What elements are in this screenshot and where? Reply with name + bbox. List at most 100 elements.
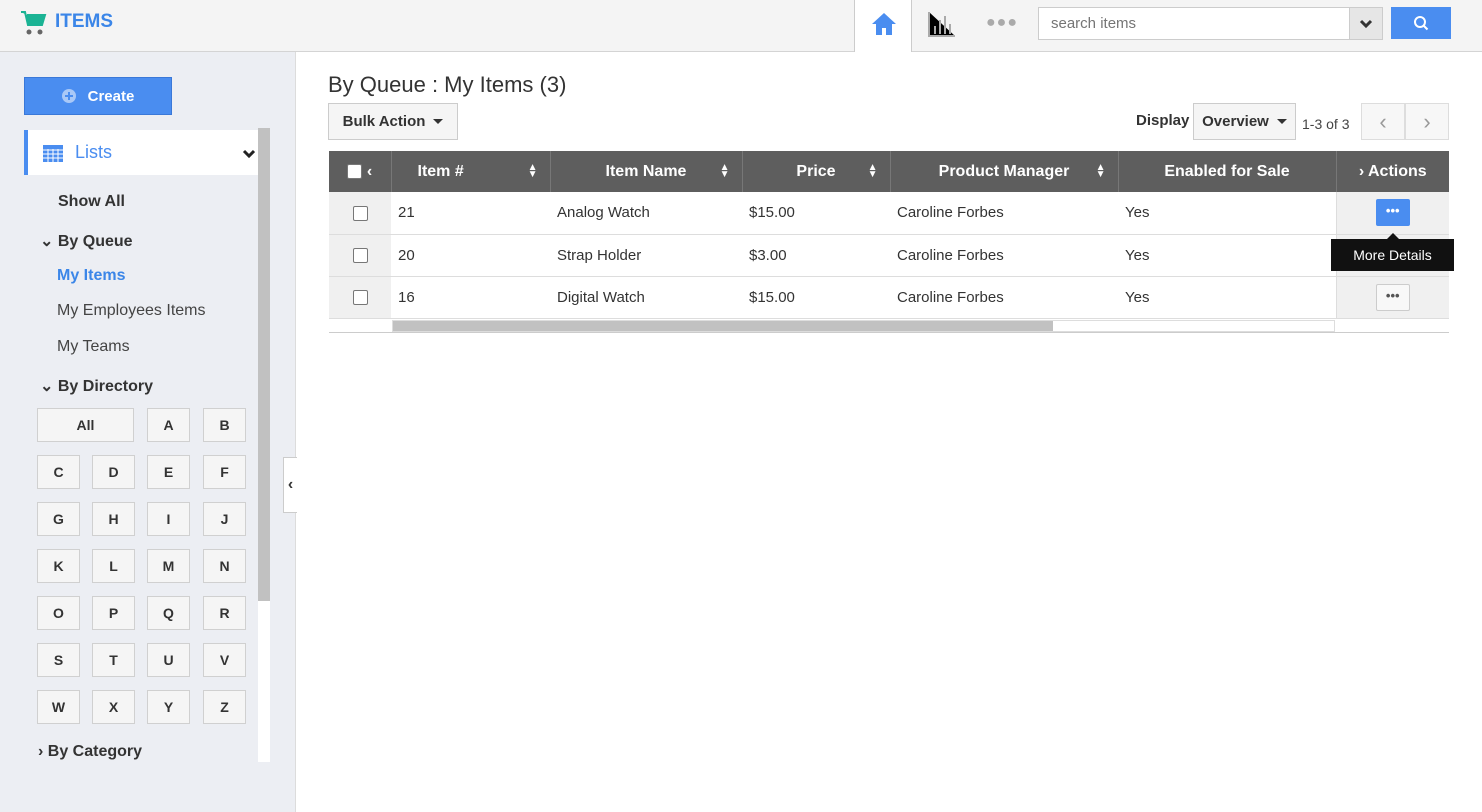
directory-letter-q[interactable]: Q	[147, 596, 190, 630]
directory-letter-v[interactable]: V	[203, 643, 246, 677]
chevron-left-icon: ‹	[287, 476, 294, 493]
search-icon	[1414, 16, 1429, 31]
table-row[interactable]: 21 Analog Watch $15.00 Caroline Forbes Y…	[329, 192, 1449, 235]
search-box	[1038, 7, 1383, 40]
sort-icon: ▲ ▼	[867, 162, 878, 180]
select-all-checkbox[interactable]	[347, 163, 363, 179]
col-item-name[interactable]: Item Name ▲ ▼	[550, 151, 743, 192]
queue-my-teams[interactable]: My Teams	[57, 338, 130, 356]
directory-letter-n[interactable]: N	[203, 549, 246, 583]
show-all-link[interactable]: Show All	[58, 193, 125, 211]
directory-letter-m[interactable]: M	[147, 549, 190, 583]
more-details-button[interactable]: •••	[1375, 283, 1410, 311]
home-tab[interactable]	[854, 0, 912, 52]
col-label: Item Name	[605, 162, 687, 180]
calendar-icon	[43, 145, 63, 162]
sort-icon: ▲ ▼	[719, 162, 730, 180]
directory-letter-r[interactable]: R	[203, 596, 246, 630]
prev-page-button[interactable]: ‹	[1361, 103, 1405, 140]
queue-my-items[interactable]: My Items	[57, 267, 125, 285]
item-name[interactable]: Digital Watch	[550, 276, 742, 319]
search-dropdown[interactable]	[1349, 8, 1382, 39]
enabled-for-sale: Yes	[1118, 276, 1336, 319]
item-price: $3.00	[742, 234, 890, 277]
lists-label: Lists	[75, 142, 113, 162]
table-row[interactable]: 16 Digital Watch $15.00 Caroline Forbes …	[329, 276, 1449, 319]
display-label: Display	[1136, 112, 1190, 129]
lists-section-header[interactable]: Lists	[24, 130, 258, 175]
directory-letter-g[interactable]: G	[37, 502, 80, 536]
collapse-sidebar-button[interactable]: ‹	[283, 457, 297, 513]
directory-letter-j[interactable]: J	[203, 502, 246, 536]
col-label: Product Manager	[938, 162, 1070, 180]
display-select[interactable]: Overview	[1193, 103, 1296, 140]
more-details-tooltip: More Details	[1331, 233, 1454, 271]
col-enabled-for-sale: Enabled for Sale	[1118, 151, 1337, 192]
create-button[interactable]: Create	[24, 77, 172, 115]
row-checkbox[interactable]	[352, 290, 368, 306]
plus-circle-icon	[61, 89, 76, 103]
enabled-for-sale: Yes	[1118, 192, 1336, 235]
more-icon[interactable]: ●●●	[986, 14, 1018, 32]
product-manager: Caroline Forbes	[890, 276, 1118, 319]
item-name[interactable]: Analog Watch	[550, 192, 742, 235]
directory-letter-w[interactable]: W	[37, 690, 80, 724]
by-category-toggle[interactable]: › By Category	[38, 743, 142, 761]
directory-letter-s[interactable]: S	[37, 643, 80, 677]
bulk-action-button[interactable]: Bulk Action	[328, 103, 458, 140]
table-row[interactable]: 20 Strap Holder $3.00 Caroline Forbes Ye…	[329, 234, 1449, 277]
directory-letter-c[interactable]: C	[37, 455, 80, 489]
directory-letter-e[interactable]: E	[147, 455, 190, 489]
by-queue-label: By Queue	[57, 233, 133, 250]
by-category-label: By Category	[47, 743, 143, 760]
directory-letter-k[interactable]: K	[37, 549, 80, 583]
sidebar-scrollbar-thumb[interactable]	[258, 128, 270, 601]
col-product-manager[interactable]: Product Manager ▲ ▼	[890, 151, 1119, 192]
directory-letter-h[interactable]: H	[92, 502, 135, 536]
chevron-left-icon[interactable]: ‹	[367, 163, 372, 180]
app-title: ITEMS	[55, 11, 114, 32]
directory-letter-x[interactable]: X	[92, 690, 135, 724]
col-label: Price	[796, 162, 836, 180]
directory-letter-all[interactable]: All	[37, 408, 134, 442]
row-checkbox-cell	[329, 192, 391, 235]
chevron-right-icon: ›	[38, 743, 44, 760]
chevron-down-icon: ⌄	[40, 378, 54, 395]
by-queue-toggle[interactable]: ⌄ By Queue	[40, 231, 133, 251]
directory-letter-l[interactable]: L	[92, 549, 135, 583]
directory-letter-i[interactable]: I	[147, 502, 190, 536]
directory-letter-p[interactable]: P	[92, 596, 135, 630]
row-checkbox[interactable]	[352, 205, 368, 221]
search-input[interactable]	[1039, 8, 1339, 39]
search-button[interactable]	[1391, 7, 1451, 39]
directory-letter-u[interactable]: U	[147, 643, 190, 677]
chart-icon[interactable]	[927, 10, 957, 38]
directory-letter-z[interactable]: Z	[203, 690, 246, 724]
row-checkbox[interactable]	[352, 248, 368, 264]
by-directory-toggle[interactable]: ⌄ By Directory	[40, 376, 153, 396]
table-scrollbar-thumb[interactable]	[393, 321, 1053, 331]
col-label: Enabled for Sale	[1164, 162, 1290, 180]
queue-my-employees-items[interactable]: My Employees Items	[57, 302, 205, 320]
col-price[interactable]: Price ▲ ▼	[742, 151, 891, 192]
directory-letter-a[interactable]: A	[147, 408, 190, 442]
directory-letter-d[interactable]: D	[92, 455, 135, 489]
item-name[interactable]: Strap Holder	[550, 234, 742, 277]
chevron-right-icon[interactable]: ›	[1359, 163, 1364, 180]
directory-letter-y[interactable]: Y	[147, 690, 190, 724]
directory-letter-b[interactable]: B	[203, 408, 246, 442]
bulk-action-label: Bulk Action	[342, 113, 426, 130]
directory-letter-t[interactable]: T	[92, 643, 135, 677]
col-item-number[interactable]: Item # ▲ ▼	[391, 151, 551, 192]
col-label: Item #	[417, 162, 464, 180]
directory-letter-o[interactable]: O	[37, 596, 80, 630]
more-details-button[interactable]: •••	[1375, 199, 1410, 227]
items-table: ‹ Item # ▲ ▼ Item Name ▲ ▼ Price ▲ ▼ Product M…	[329, 151, 1449, 319]
next-page-button[interactable]: ›	[1405, 103, 1449, 140]
row-checkbox-cell	[329, 234, 391, 277]
display-value: Overview	[1202, 113, 1269, 130]
directory-letter-f[interactable]: F	[203, 455, 246, 489]
select-all-header: ‹	[329, 151, 392, 192]
page-title: By Queue : My Items (3)	[328, 72, 567, 97]
row-checkbox-cell	[329, 276, 391, 319]
